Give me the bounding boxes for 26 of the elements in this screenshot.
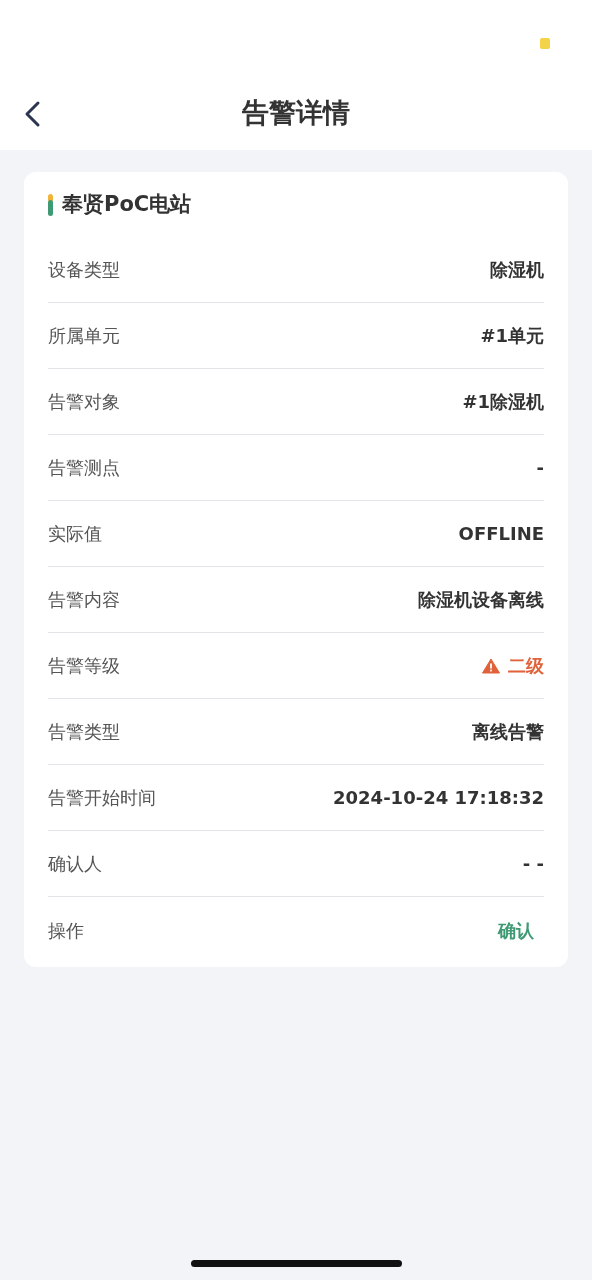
field-label: 告警测点 bbox=[48, 456, 120, 480]
field-label: 告警内容 bbox=[48, 588, 120, 612]
field-label: 操作 bbox=[48, 918, 84, 943]
field-label: 告警开始时间 bbox=[48, 786, 156, 810]
field-value: 除湿机 bbox=[490, 258, 544, 282]
page-title: 告警详情 bbox=[242, 95, 350, 130]
field-label: 告警类型 bbox=[48, 720, 120, 744]
field-value: OFFLINE bbox=[458, 522, 544, 546]
field-label: 告警对象 bbox=[48, 390, 120, 414]
field-value: 除湿机设备离线 bbox=[418, 588, 544, 612]
field-value: - bbox=[536, 456, 544, 480]
field-value: 离线告警 bbox=[472, 720, 544, 744]
field-label: 所属单元 bbox=[48, 324, 120, 348]
field-label: 设备类型 bbox=[48, 258, 120, 282]
station-name: 奉贤PoC电站 bbox=[62, 190, 192, 218]
field-label: 实际值 bbox=[48, 522, 102, 546]
accent-bar-icon bbox=[48, 193, 54, 216]
field-value: 2024-10-24 17:18:32 bbox=[333, 786, 544, 810]
field-value: - - bbox=[522, 852, 544, 876]
confirm-button[interactable]: 确认 bbox=[498, 916, 544, 944]
alarm-level: 二级 bbox=[508, 654, 544, 678]
field-label: 告警等级 bbox=[48, 654, 120, 678]
field-label: 确认人 bbox=[48, 852, 102, 876]
field-value: #1单元 bbox=[480, 324, 544, 348]
field-value: #1除湿机 bbox=[462, 390, 544, 414]
status-indicator-icon bbox=[540, 38, 550, 49]
